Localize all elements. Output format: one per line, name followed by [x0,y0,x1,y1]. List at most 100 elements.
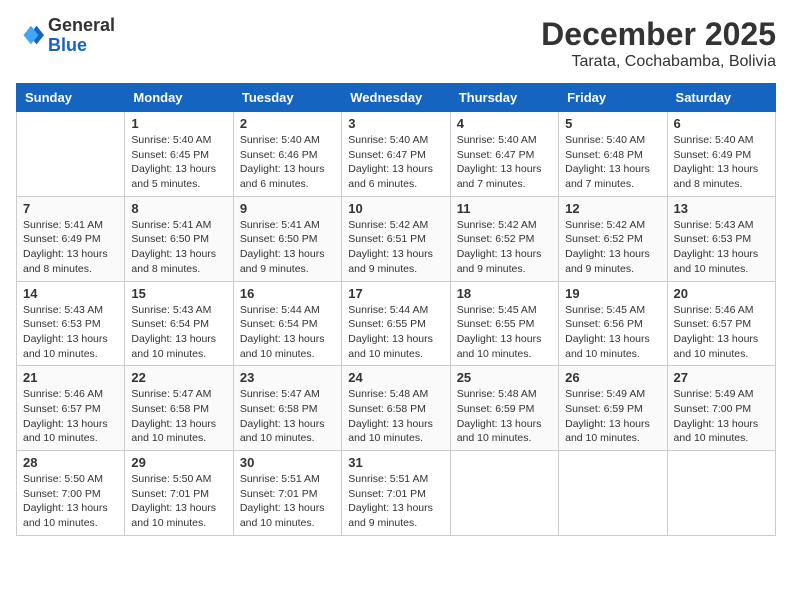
day-info: Sunrise: 5:40 AMSunset: 6:45 PMDaylight:… [131,133,226,192]
day-number: 5 [565,116,660,131]
day-cell: 7Sunrise: 5:41 AMSunset: 6:49 PMDaylight… [17,196,125,281]
day-cell [17,112,125,197]
day-cell: 8Sunrise: 5:41 AMSunset: 6:50 PMDaylight… [125,196,233,281]
day-number: 21 [23,370,118,385]
day-number: 25 [457,370,552,385]
day-cell: 27Sunrise: 5:49 AMSunset: 7:00 PMDayligh… [667,366,775,451]
day-cell: 20 Sunrise: 5:46 AMSunset: 6:57 PMDayligh… [667,281,775,366]
day-cell: 10 Sunrise: 5:42 AMSunset: 6:51 PMDayligh… [342,196,450,281]
day-cell: 5 Sunrise: 5:40 AMSunset: 6:48 PMDaylight… [559,112,667,197]
day-number: 20 [674,286,769,301]
day-info: Sunrise: 5:42 AMSunset: 6:51 PMDaylight:… [348,218,443,277]
day-number: 8 [131,201,226,216]
header-cell-friday: Friday [559,84,667,112]
title-area: December 2025 Tarata, Cochabamba, Bolivi… [541,16,776,71]
day-cell: 15 Sunrise: 5:43 AMSunset: 6:54 PMDayligh… [125,281,233,366]
day-cell [450,451,558,536]
day-cell: 28 Sunrise: 5:50 AMSunset: 7:00 PMDayligh… [17,451,125,536]
day-info: Sunrise: 5:50 AMSunset: 7:00 PMDaylight:… [23,472,118,531]
day-cell: 16 Sunrise: 5:44 AMSunset: 6:54 PMDayligh… [233,281,341,366]
day-cell: 23 Sunrise: 5:47 AMSunset: 6:58 PMDayligh… [233,366,341,451]
day-info: Sunrise: 5:49 AMSunset: 6:59 PMDaylight:… [565,387,660,446]
header-cell-thursday: Thursday [450,84,558,112]
day-cell: 14 Sunrise: 5:43 AMSunset: 6:53 PMDayligh… [17,281,125,366]
day-number: 28 [23,455,118,470]
day-cell: 31 Sunrise: 5:51 AMSunset: 7:01 PMDayligh… [342,451,450,536]
day-number: 26 [565,370,660,385]
day-number: 31 [348,455,443,470]
location-title: Tarata, Cochabamba, Bolivia [541,53,776,71]
day-info: Sunrise: 5:40 AMSunset: 6:46 PMDaylight:… [240,133,335,192]
day-number: 12 [565,201,660,216]
week-row-4: 21 Sunrise: 5:46 AMSunset: 6:57 PMDayligh… [17,366,776,451]
day-info: Sunrise: 5:43 AMSunset: 6:53 PMDaylight:… [23,303,118,362]
day-info: Sunrise: 5:42 AMSunset: 6:52 PMDaylight:… [565,218,660,277]
day-number: 11 [457,201,552,216]
day-cell: 25 Sunrise: 5:48 AMSunset: 6:59 PMDayligh… [450,366,558,451]
day-cell: 24Sunrise: 5:48 AMSunset: 6:58 PMDayligh… [342,366,450,451]
day-info: Sunrise: 5:43 AMSunset: 6:53 PMDaylight:… [674,218,769,277]
page-header: General Blue December 2025 Tarata, Cocha… [16,16,776,71]
day-cell: 6Sunrise: 5:40 AMSunset: 6:49 PMDaylight… [667,112,775,197]
day-cell: 1 Sunrise: 5:40 AMSunset: 6:45 PMDaylight… [125,112,233,197]
header-row: SundayMondayTuesdayWednesdayThursdayFrid… [17,84,776,112]
day-number: 2 [240,116,335,131]
day-info: Sunrise: 5:51 AMSunset: 7:01 PMDaylight:… [348,472,443,531]
logo-icon [16,22,44,50]
day-info: Sunrise: 5:48 AMSunset: 6:59 PMDaylight:… [457,387,552,446]
day-cell: 4Sunrise: 5:40 AMSunset: 6:47 PMDaylight… [450,112,558,197]
day-number: 6 [674,116,769,131]
header-cell-monday: Monday [125,84,233,112]
day-number: 18 [457,286,552,301]
day-info: Sunrise: 5:40 AMSunset: 6:47 PMDaylight:… [348,133,443,192]
day-cell: 2 Sunrise: 5:40 AMSunset: 6:46 PMDaylight… [233,112,341,197]
day-cell [667,451,775,536]
day-number: 23 [240,370,335,385]
day-number: 29 [131,455,226,470]
week-row-1: 1 Sunrise: 5:40 AMSunset: 6:45 PMDaylight… [17,112,776,197]
day-info: Sunrise: 5:45 AMSunset: 6:56 PMDaylight:… [565,303,660,362]
day-info: Sunrise: 5:46 AMSunset: 6:57 PMDaylight:… [23,387,118,446]
month-title: December 2025 [541,16,776,53]
day-number: 10 [348,201,443,216]
day-info: Sunrise: 5:51 AMSunset: 7:01 PMDaylight:… [240,472,335,531]
day-cell: 29 Sunrise: 5:50 AMSunset: 7:01 PMDayligh… [125,451,233,536]
day-number: 9 [240,201,335,216]
day-number: 19 [565,286,660,301]
day-cell: 26 Sunrise: 5:49 AMSunset: 6:59 PMDayligh… [559,366,667,451]
day-cell: 11Sunrise: 5:42 AMSunset: 6:52 PMDayligh… [450,196,558,281]
day-cell: 21 Sunrise: 5:46 AMSunset: 6:57 PMDayligh… [17,366,125,451]
header-cell-sunday: Sunday [17,84,125,112]
week-row-5: 28 Sunrise: 5:50 AMSunset: 7:00 PMDayligh… [17,451,776,536]
day-info: Sunrise: 5:50 AMSunset: 7:01 PMDaylight:… [131,472,226,531]
day-cell: 17Sunrise: 5:44 AMSunset: 6:55 PMDayligh… [342,281,450,366]
day-cell [559,451,667,536]
day-number: 7 [23,201,118,216]
header-cell-wednesday: Wednesday [342,84,450,112]
day-cell: 19 Sunrise: 5:45 AMSunset: 6:56 PMDayligh… [559,281,667,366]
day-info: Sunrise: 5:46 AMSunset: 6:57 PMDaylight:… [674,303,769,362]
day-info: Sunrise: 5:43 AMSunset: 6:54 PMDaylight:… [131,303,226,362]
day-number: 13 [674,201,769,216]
day-info: Sunrise: 5:40 AMSunset: 6:48 PMDaylight:… [565,133,660,192]
day-info: Sunrise: 5:44 AMSunset: 6:54 PMDaylight:… [240,303,335,362]
day-cell: 3 Sunrise: 5:40 AMSunset: 6:47 PMDaylight… [342,112,450,197]
day-cell: 30 Sunrise: 5:51 AMSunset: 7:01 PMDayligh… [233,451,341,536]
day-number: 3 [348,116,443,131]
week-row-3: 14 Sunrise: 5:43 AMSunset: 6:53 PMDayligh… [17,281,776,366]
logo-text: General Blue [48,16,115,56]
calendar-table: SundayMondayTuesdayWednesdayThursdayFrid… [16,83,776,536]
header-cell-tuesday: Tuesday [233,84,341,112]
day-number: 30 [240,455,335,470]
day-number: 15 [131,286,226,301]
day-info: Sunrise: 5:48 AMSunset: 6:58 PMDaylight:… [348,387,443,446]
day-number: 1 [131,116,226,131]
day-number: 14 [23,286,118,301]
day-number: 17 [348,286,443,301]
day-number: 16 [240,286,335,301]
header-cell-saturday: Saturday [667,84,775,112]
day-number: 22 [131,370,226,385]
day-number: 27 [674,370,769,385]
day-info: Sunrise: 5:47 AMSunset: 6:58 PMDaylight:… [240,387,335,446]
day-info: Sunrise: 5:40 AMSunset: 6:47 PMDaylight:… [457,133,552,192]
